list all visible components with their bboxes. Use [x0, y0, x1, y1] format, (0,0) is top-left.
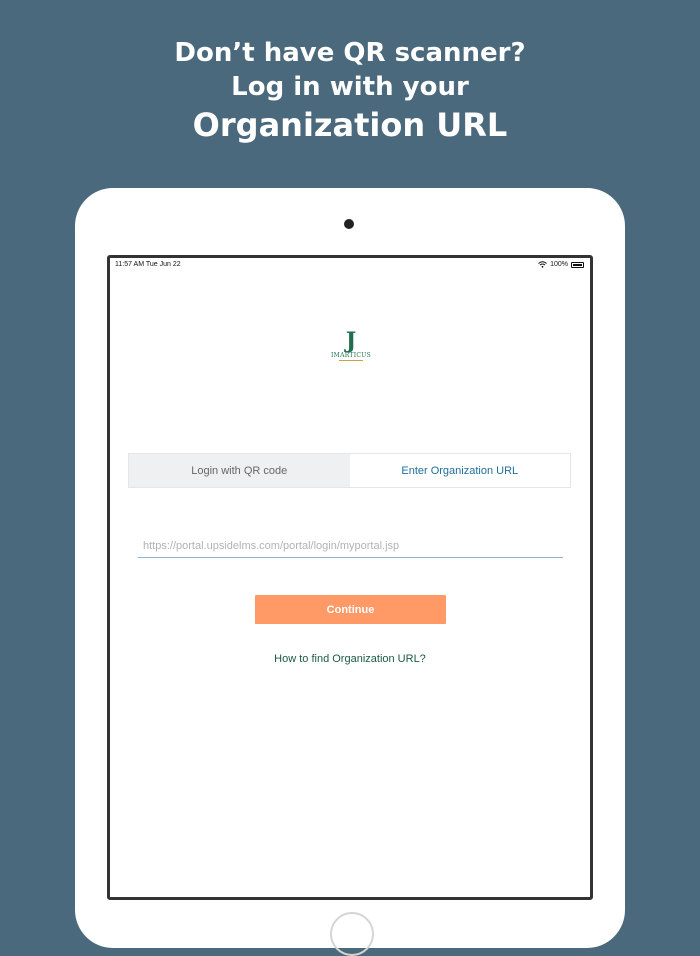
headline-line-3: Organization URL	[192, 106, 508, 144]
status-right: 100%	[538, 261, 584, 268]
home-button	[330, 912, 374, 956]
status-time: 11:57 AM Tue Jun 22	[115, 261, 181, 268]
battery-icon	[571, 261, 584, 268]
find-url-help-link[interactable]: How to find Organization URL?	[110, 653, 590, 665]
imarticus-logo: J IMARTICUS	[323, 330, 379, 370]
tablet-frame: 11:57 AM Tue Jun 22 100% J IMARTICUS Log…	[75, 188, 625, 956]
wifi-icon	[538, 261, 547, 268]
tab-organization-url[interactable]: Enter Organization URL	[349, 454, 570, 487]
logo-underline	[339, 360, 363, 361]
continue-button[interactable]: Continue	[255, 595, 446, 624]
logo-text: IMARTICUS	[330, 352, 372, 359]
tab-login-qr[interactable]: Login with QR code	[129, 454, 350, 487]
status-bar: 11:57 AM Tue Jun 22 100%	[110, 258, 590, 272]
logo-mark: J	[345, 328, 357, 354]
battery-percent: 100%	[550, 261, 568, 268]
login-mode-tabs: Login with QR code Enter Organization UR…	[128, 453, 571, 488]
tablet-screen: 11:57 AM Tue Jun 22 100% J IMARTICUS Log…	[107, 255, 593, 900]
headline: Don’t have QR scanner? Log in with your …	[0, 36, 700, 146]
camera-dot	[344, 219, 354, 229]
headline-line-2: Log in with your	[231, 72, 469, 102]
organization-url-input[interactable]	[138, 534, 563, 558]
headline-line-1: Don’t have QR scanner?	[174, 38, 526, 68]
